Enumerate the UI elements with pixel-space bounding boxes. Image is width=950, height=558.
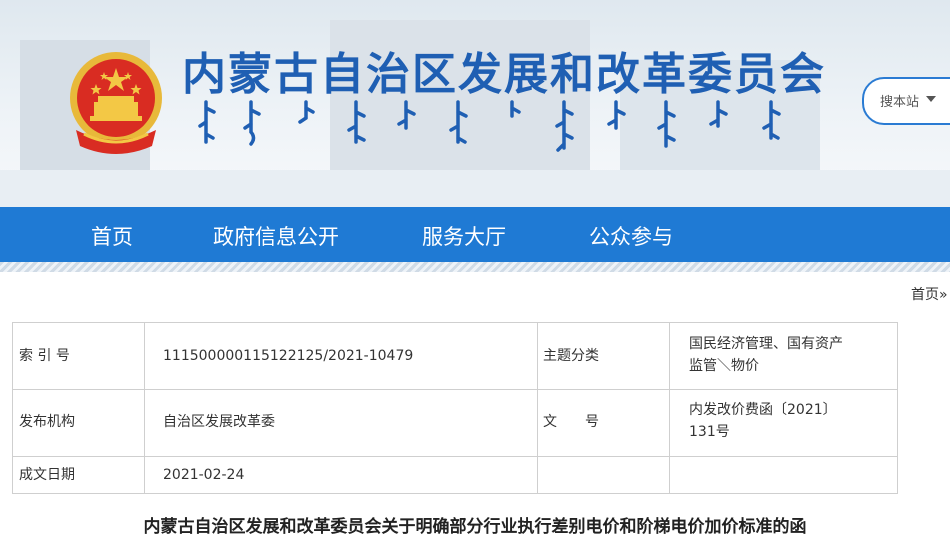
table-divider	[13, 389, 897, 390]
table-divider	[669, 323, 670, 493]
table-divider	[13, 456, 897, 457]
table-divider	[537, 323, 538, 493]
nav-item-gov-info[interactable]: 政府信息公开	[213, 221, 339, 251]
decorative-stripe	[0, 262, 950, 272]
caret-down-icon	[926, 96, 936, 102]
index-number-label: 索 引 号	[19, 348, 70, 364]
document-meta-table: 索 引 号 11150000011512212​5/2021-10479 主题分…	[12, 322, 898, 494]
mongolian-script-title	[198, 100, 781, 152]
nav-item-service-hall[interactable]: 服务大厅	[422, 221, 506, 251]
site-title: 内蒙古自治区发展和改革委员会	[182, 49, 826, 100]
document-number-line: 内发改价费函〔2021〕	[689, 402, 837, 418]
national-emblem-icon	[70, 52, 162, 154]
index-number-value: 11150000011512212​5/2021-10479	[163, 348, 414, 364]
document-number-value: 内发改价费函〔2021〕 131号	[689, 399, 837, 443]
document-number-line: 131号	[689, 424, 730, 440]
ground-shape	[0, 170, 950, 207]
document-title: 内蒙古自治区发展和改革委员会关于明确部分行业执行差别电价和阶梯电价加价标准的函	[143, 517, 807, 537]
search-site-dropdown[interactable]: 搜本站	[862, 77, 950, 125]
nav-item-home[interactable]: 首页	[91, 221, 133, 251]
topic-category-value: 国民经济管理、国有资产 监管＼物价	[689, 333, 843, 377]
topic-category-label: 主题分类	[543, 348, 599, 364]
main-nav: 首页 政府信息公开 服务大厅 公众参与	[0, 207, 950, 262]
document-number-label: 文 号	[543, 414, 599, 430]
issuer-value: 自治区发展改革委	[163, 414, 275, 430]
search-scope-label: 搜本站	[880, 95, 920, 110]
topic-category-line: 监管＼物价	[689, 358, 759, 374]
written-date-value: 2021-02-24	[163, 467, 245, 483]
table-divider	[144, 323, 145, 493]
header-banner: 内蒙古自治区发展和改革委员会 搜本站	[0, 0, 950, 207]
written-date-label: 成文日期	[19, 467, 75, 483]
topic-category-line: 国民经济管理、国有资产	[689, 336, 843, 352]
breadcrumb[interactable]: 首页»	[911, 284, 948, 304]
nav-item-public-participation[interactable]: 公众参与	[589, 221, 673, 251]
issuer-label: 发布机构	[19, 414, 75, 430]
